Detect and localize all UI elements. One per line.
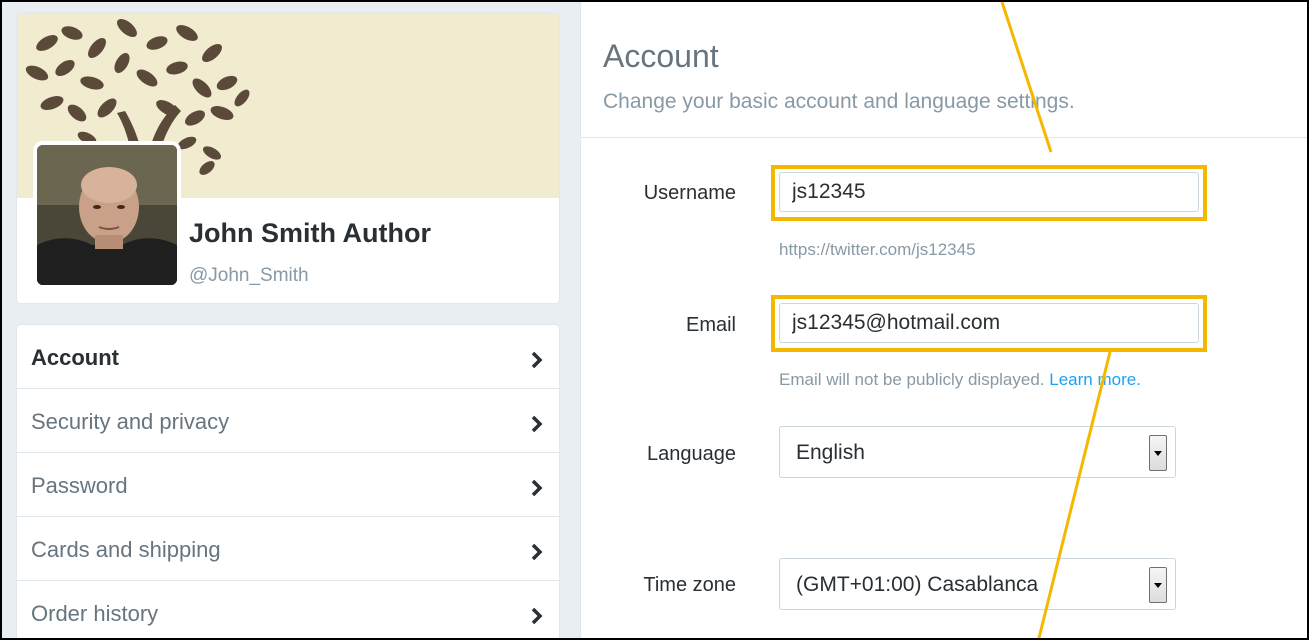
profile-name[interactable]: John Smith Author bbox=[189, 218, 431, 249]
username-label: Username bbox=[643, 182, 736, 204]
screenshot-frame: John Smith Author @John_Smith Account Se… bbox=[0, 0, 1309, 640]
page-title: Account bbox=[603, 38, 719, 74]
avatar[interactable] bbox=[33, 141, 181, 289]
profile-handle: @John_Smith bbox=[189, 265, 309, 286]
page-header: Account Change your basic account and la… bbox=[581, 2, 1307, 138]
account-settings-panel: Account Change your basic account and la… bbox=[580, 2, 1307, 638]
timezone-select-value: (GMT+01:00) Casablanca bbox=[796, 573, 1039, 596]
profile-card: John Smith Author @John_Smith bbox=[16, 12, 560, 304]
sidebar-item-security-privacy[interactable]: Security and privacy bbox=[17, 389, 559, 453]
left-column: John Smith Author @John_Smith Account Se… bbox=[2, 2, 562, 638]
sidebar-item-password[interactable]: Password bbox=[17, 453, 559, 517]
settings-nav: Account Security and privacy Password Ca… bbox=[16, 324, 560, 638]
chevron-right-icon bbox=[531, 415, 543, 433]
username-url-hint: https://twitter.com/js12345 bbox=[779, 240, 976, 259]
sidebar-item-account[interactable]: Account bbox=[17, 325, 559, 389]
chevron-down-icon[interactable] bbox=[1149, 567, 1167, 603]
language-label: Language bbox=[647, 443, 736, 465]
language-select-value: English bbox=[796, 441, 865, 464]
sidebar-item-order-history[interactable]: Order history bbox=[17, 581, 559, 638]
email-privacy-note: Email will not be publicly displayed. Le… bbox=[779, 370, 1141, 390]
timezone-select[interactable]: (GMT+01:00) Casablanca bbox=[779, 558, 1176, 610]
sidebar-item-label: Cards and shipping bbox=[31, 537, 221, 562]
learn-more-link[interactable]: Learn more. bbox=[1049, 370, 1141, 389]
username-highlight-box bbox=[771, 165, 1207, 221]
sidebar-item-label: Security and privacy bbox=[31, 409, 230, 434]
timezone-label: Time zone bbox=[643, 574, 736, 596]
chevron-right-icon bbox=[531, 479, 543, 497]
email-label: Email bbox=[685, 314, 736, 336]
sidebar-item-label: Account bbox=[31, 345, 119, 370]
sidebar-item-label: Order history bbox=[31, 601, 159, 626]
email-note-text: Email will not be publicly displayed. bbox=[779, 370, 1045, 389]
chevron-right-icon bbox=[531, 351, 543, 369]
email-highlight-box bbox=[771, 295, 1207, 352]
sidebar-item-cards-shipping[interactable]: Cards and shipping bbox=[17, 517, 559, 581]
page-subtitle: Change your basic account and language s… bbox=[603, 90, 1075, 113]
chevron-down-icon[interactable] bbox=[1149, 435, 1167, 471]
language-select[interactable]: English bbox=[779, 426, 1176, 478]
avatar-photo bbox=[37, 145, 177, 285]
sidebar-item-label: Password bbox=[31, 473, 128, 498]
chevron-right-icon bbox=[531, 543, 543, 561]
chevron-right-icon bbox=[531, 607, 543, 625]
